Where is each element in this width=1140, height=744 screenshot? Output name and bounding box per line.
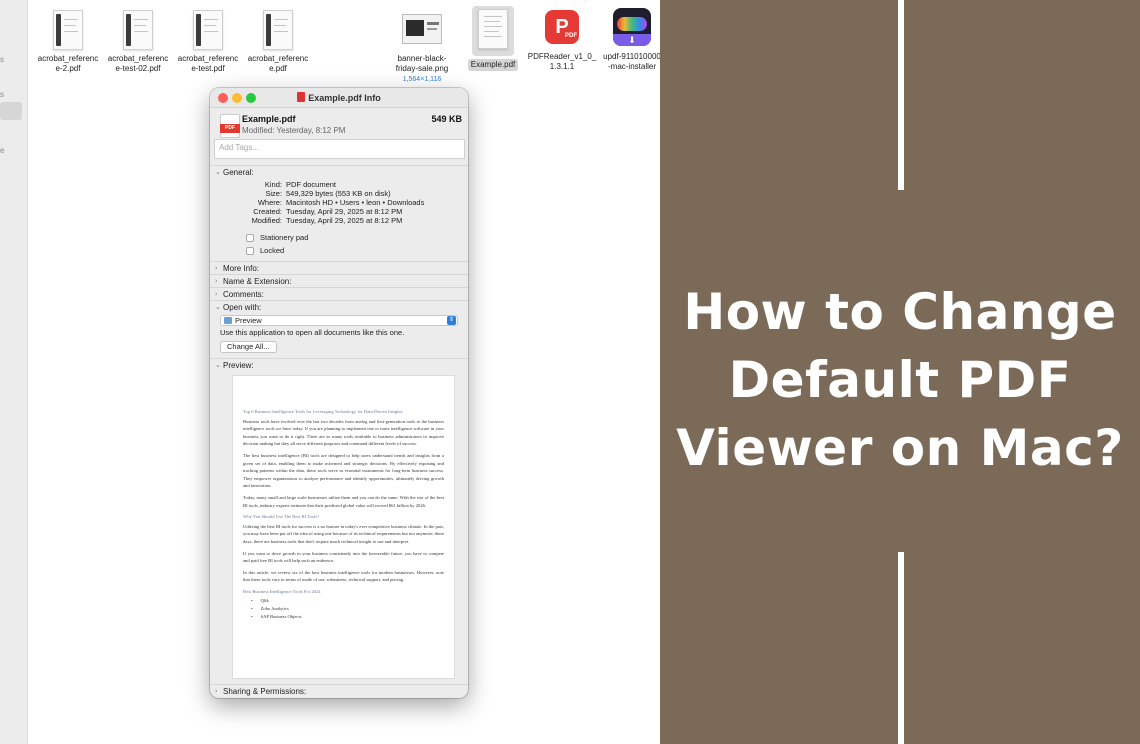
pdf-document-icon [123,10,153,50]
file-item[interactable]: banner-black- friday-sale.png 1,564×1,11… [382,14,462,85]
preview-section[interactable]: ⌄ Preview: [210,358,468,371]
file-item[interactable]: acrobat_referenc e-2.pdf [28,10,108,74]
file-name: PDFReader_v1_0_ [527,52,597,61]
image-dimensions: 1,564×1,116 [402,76,442,83]
window-titlebar[interactable]: Example.pdf Info [210,88,468,108]
sharing-permissions-section[interactable]: › Sharing & Permissions: [210,684,468,697]
preview-paragraph: Business tools have evolved over the las… [243,418,444,447]
preview-paragraph: Today, many small and large scale busine… [243,494,444,508]
sidebar-fragment[interactable]: s [0,90,4,99]
info-window: Example.pdf Info PDF Example.pdf 549 KB … [210,88,468,698]
file-item[interactable]: acrobat_referenc e-test.pdf [168,10,248,74]
document-preview: Top 6 Business Intelligence Tools for Le… [232,375,455,679]
chevron-right-icon: › [215,277,218,285]
created-row: Created: Tuesday, April 29, 2025 at 8:12 … [253,207,403,216]
chevron-down-icon: ⌄ [215,304,221,311]
installer-icon: ⬇ [613,8,651,46]
file-name: acrobat_referenc [177,54,239,63]
pdf-document-icon [263,10,293,50]
file-name: acrobat_referenc [247,54,309,63]
select-stepper-icon: ⇕ [447,316,456,325]
sidebar-selected-item[interactable] [0,102,22,120]
file-name: e.pdf [269,64,287,73]
pdf-icon [297,92,306,102]
file-item[interactable]: P PDF PDFReader_v1_0_ 1.3.1.1 [522,10,602,72]
image-file-icon [402,14,442,44]
preview-heading: Why You Should Use The Best BI Tools? [243,514,320,520]
sidebar-fragment[interactable]: s [0,55,4,64]
locked-checkbox[interactable]: Locked [246,246,284,255]
general-disclosure[interactable]: ⌄ General: [210,166,468,178]
open-with-help: Use this application to open all documen… [220,328,405,337]
preview-list: Qlik Zoho Analytics SAP Business Objects [243,597,444,620]
headline: How to Change Default PDF Viewer on Mac? [676,283,1124,477]
modified-summary: Modified: Yesterday, 8:12 PM [242,126,346,135]
file-item[interactable]: acrobat_referenc e.pdf [238,10,318,74]
file-name: -mac-installer [607,62,656,71]
window-title: Example.pdf Info [210,92,468,103]
preview-paragraph: In this article, we review six of the be… [243,569,444,583]
file-name: e-2.pdf [55,64,81,73]
file-item[interactable]: ⬇ updf-911010000 -mac-installer [592,8,660,72]
preview-heading: Best Business Intelligence Tools For 202… [243,588,321,594]
file-header: PDF Example.pdf 549 KB Modified: Yesterd… [210,108,468,138]
title-panel: How to Change Default PDF Viewer on Mac? [660,0,1140,744]
decorative-line-top [898,0,904,190]
list-item: SAP Business Objects [251,613,444,621]
chevron-right-icon: › [215,264,218,272]
file-name: e-test.pdf [191,64,225,73]
more-info-section[interactable]: › More Info: [210,261,468,274]
file-name: friday-sale.png [395,64,449,73]
where-row: Where: Macintosh HD • Users • leon • Down… [257,198,425,207]
file-item[interactable]: acrobat_referenc e-test-02.pdf [98,10,178,74]
pdf-document-icon [478,9,508,49]
open-with-select[interactable]: Preview ⇕ [220,315,458,326]
file-name: banner-black- [397,54,447,63]
modified-row: Modified: Tuesday, April 29, 2025 at 8:12… [251,216,403,225]
decorative-line-bottom [898,552,904,744]
preview-title: Top 6 Business Intelligence Tools for Le… [243,409,403,414]
change-all-button[interactable]: Change All... [220,341,277,353]
file-name: e-test-02.pdf [115,64,161,73]
file-name: acrobat_referenc [37,54,99,63]
pdf-document-icon [53,10,83,50]
preview-app-icon [224,317,232,324]
name-extension-section[interactable]: › Name & Extension: [210,274,468,287]
preview-paragraph: Utilizing the best BI tools for success … [243,523,444,544]
file-name: Example.pdf [242,114,296,124]
tags-input[interactable]: Add Tags... [214,139,465,159]
file-name: updf-911010000 [603,52,660,61]
preview-paragraph: If you want to drive growth in your busi… [243,550,444,564]
list-item: Zoho Analytics [251,605,444,613]
pdf-document-icon [193,10,223,50]
file-name: 1.3.1.1 [549,62,575,71]
finder-sidebar: s s e [0,0,28,744]
comments-section[interactable]: › Comments: [210,287,468,300]
list-item: Qlik [251,597,444,605]
finder-window: s s e acrobat_referenc e-2.pdf acrobat_r… [0,0,660,744]
file-size: 549 KB [431,114,462,124]
chevron-right-icon: › [215,290,218,298]
chevron-down-icon: ⌄ [215,362,221,369]
stationery-checkbox[interactable]: Stationery pad [246,233,308,242]
kind-row: Kind: PDF document [264,180,337,189]
pdf-reader-app-icon: P PDF [545,10,579,44]
size-row: Size: 549,329 bytes (553 KB on disk) [265,189,391,198]
chevron-right-icon: › [215,687,218,695]
sidebar-fragment[interactable]: e [0,146,4,155]
file-item-selected[interactable]: Example.pdf [453,6,533,71]
file-name: Example.pdf [467,59,519,71]
open-with-section[interactable]: ⌄ Open with: [210,300,468,313]
file-name: acrobat_referenc [107,54,169,63]
chevron-down-icon: ⌄ [215,169,221,176]
pdf-file-icon: PDF [220,114,240,138]
preview-paragraph: The best business intelligence (BI) tool… [243,452,444,489]
